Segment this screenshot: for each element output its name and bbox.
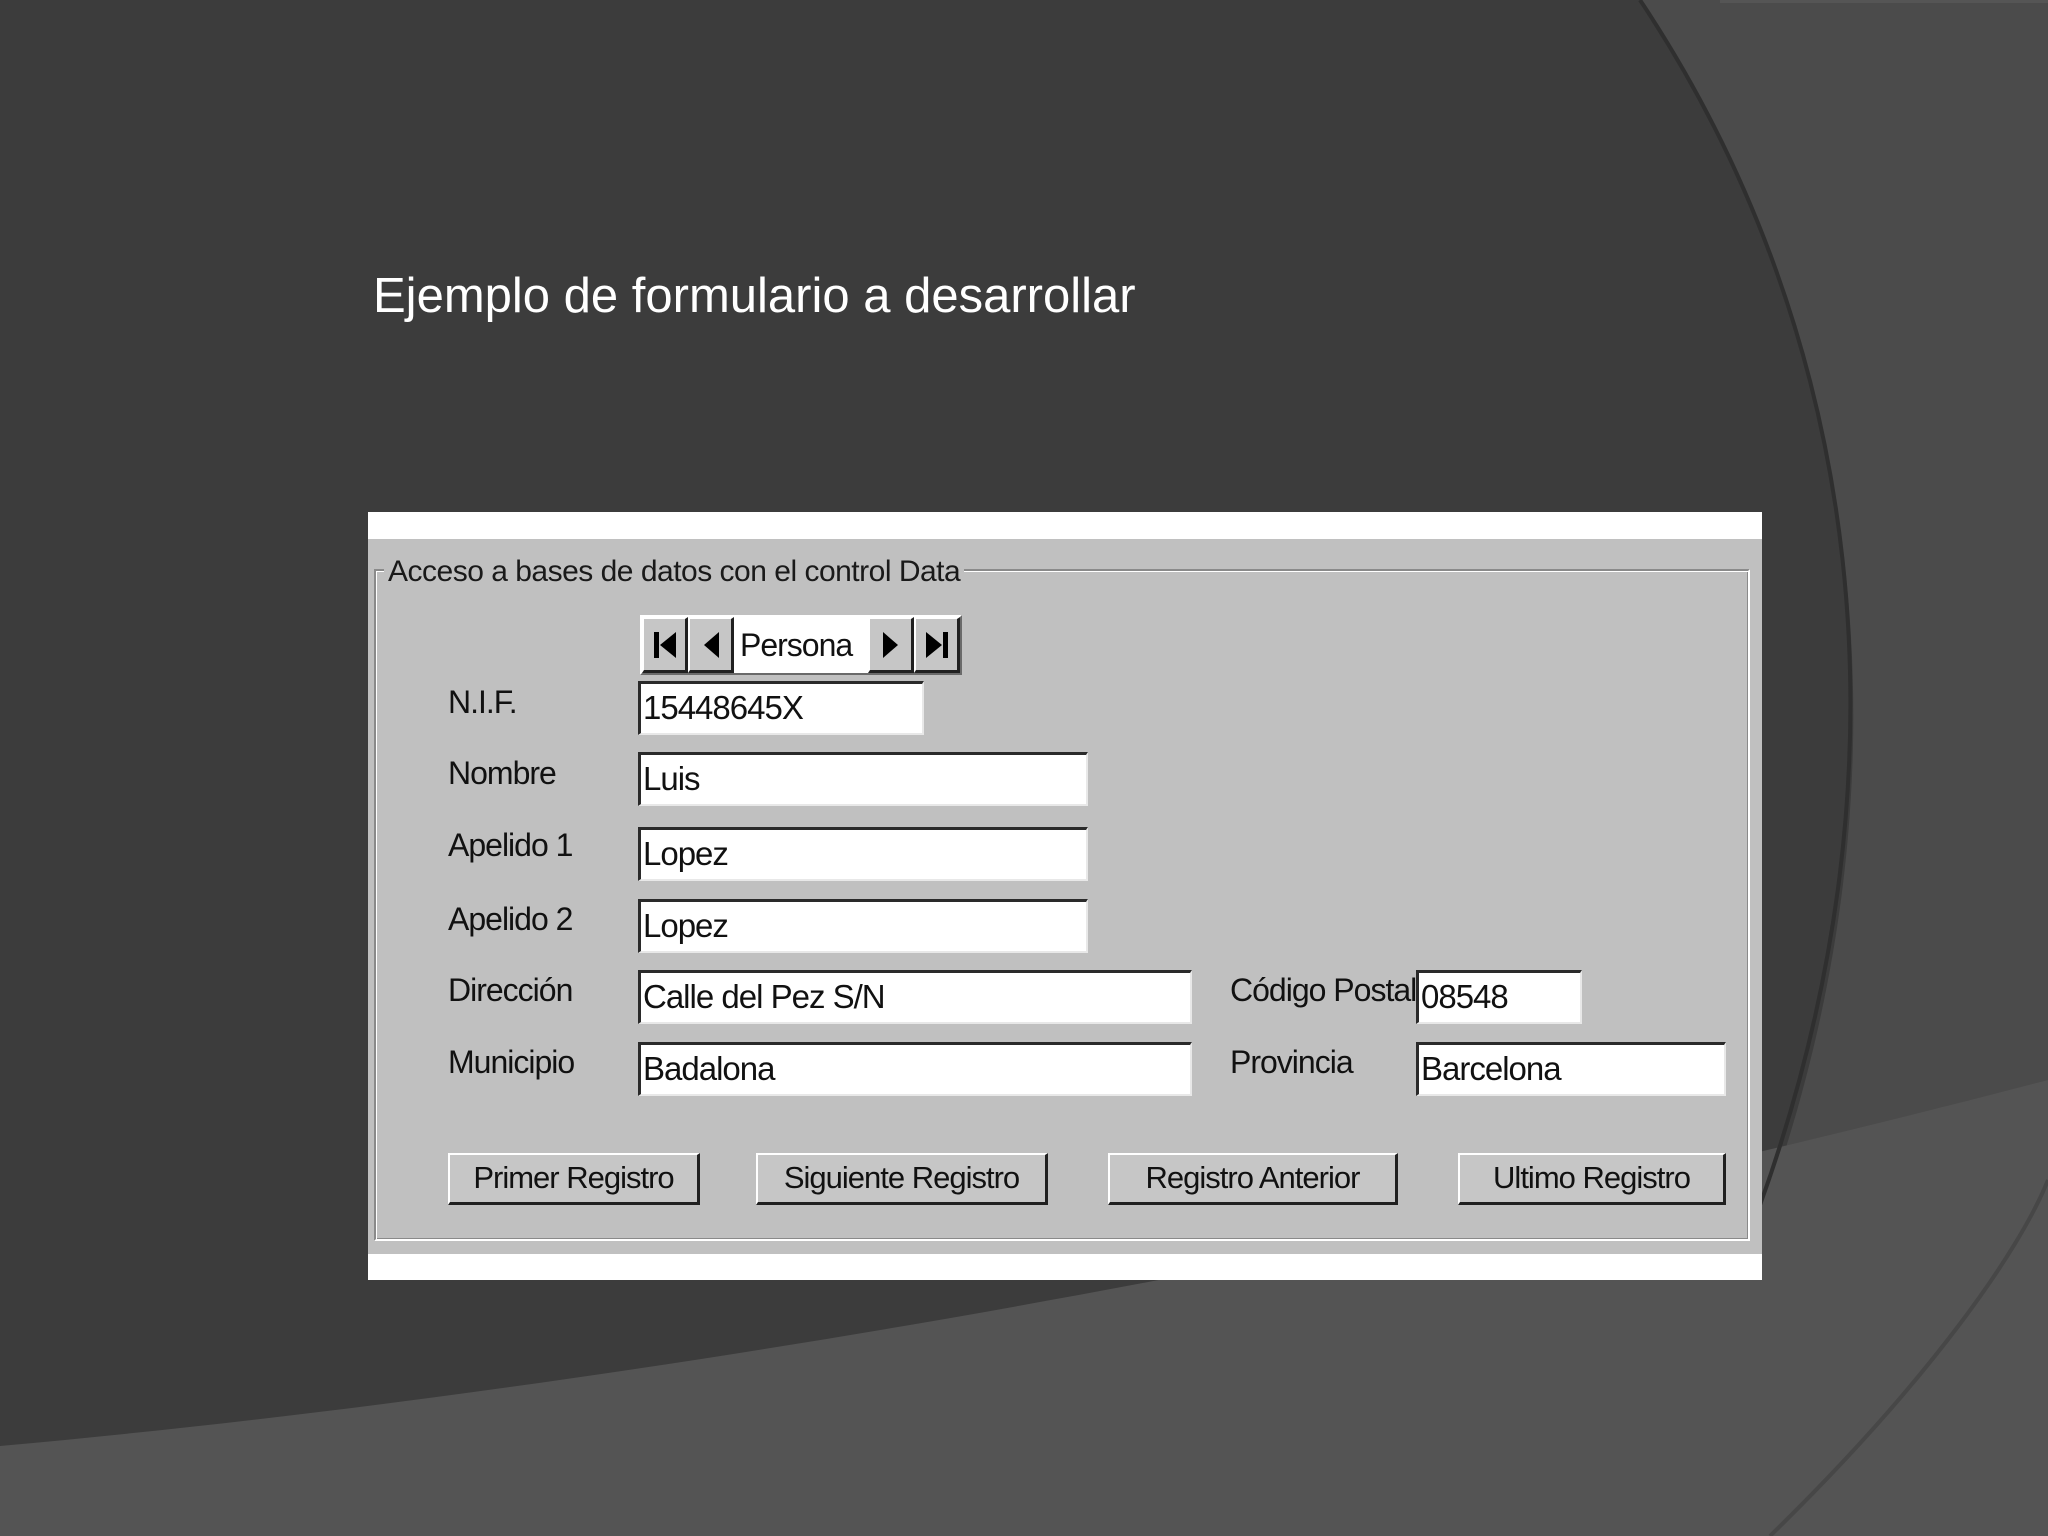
label-codigo-postal: Código Postal bbox=[1230, 972, 1417, 1008]
data-first-button[interactable] bbox=[642, 617, 688, 673]
label-municipio: Municipio bbox=[448, 1044, 575, 1080]
next-record-button[interactable]: Siguiente Registro bbox=[756, 1153, 1048, 1205]
label-provincia: Provincia bbox=[1230, 1044, 1354, 1080]
nif-field[interactable]: 15448645X bbox=[638, 681, 924, 735]
codigo-postal-field[interactable]: 08548 bbox=[1416, 970, 1582, 1024]
screenshot-bottom-strip bbox=[368, 1254, 1762, 1280]
form-screenshot: Acceso a bases de datos con el control D… bbox=[368, 512, 1762, 1280]
data-previous-button[interactable] bbox=[688, 617, 734, 673]
slide-title: Ejemplo de formulario a desarrollar bbox=[373, 269, 1136, 323]
previous-record-icon bbox=[703, 631, 719, 658]
municipio-field[interactable]: Badalona bbox=[638, 1042, 1192, 1096]
label-nombre: Nombre bbox=[448, 755, 557, 791]
group-box-title: Acceso a bases de datos con el control D… bbox=[384, 555, 965, 589]
provincia-field[interactable]: Barcelona bbox=[1416, 1042, 1726, 1096]
data-control-caption: Persona bbox=[734, 617, 868, 673]
form-window: Acceso a bases de datos con el control D… bbox=[368, 539, 1762, 1259]
label-nif: N.I.F. bbox=[448, 684, 518, 720]
last-record-button[interactable]: Ultimo Registro bbox=[1458, 1153, 1726, 1205]
label-direccion: Dirección bbox=[448, 972, 573, 1008]
last-record-icon bbox=[925, 631, 948, 658]
apellido1-field[interactable]: Lopez bbox=[638, 827, 1088, 881]
data-next-button[interactable] bbox=[868, 617, 914, 673]
data-control[interactable]: Persona bbox=[640, 615, 962, 675]
data-last-button[interactable] bbox=[914, 617, 960, 673]
apellido2-field[interactable]: Lopez bbox=[638, 899, 1088, 953]
label-apellido1: Apelido 1 bbox=[448, 827, 573, 863]
first-record-button[interactable]: Primer Registro bbox=[448, 1153, 700, 1205]
previous-record-button[interactable]: Registro Anterior bbox=[1108, 1153, 1398, 1205]
nombre-field[interactable]: Luis bbox=[638, 752, 1088, 806]
label-apellido2: Apelido 2 bbox=[448, 901, 573, 937]
next-record-icon bbox=[882, 631, 898, 658]
direccion-field[interactable]: Calle del Pez S/N bbox=[638, 970, 1192, 1024]
first-record-icon bbox=[653, 631, 676, 658]
